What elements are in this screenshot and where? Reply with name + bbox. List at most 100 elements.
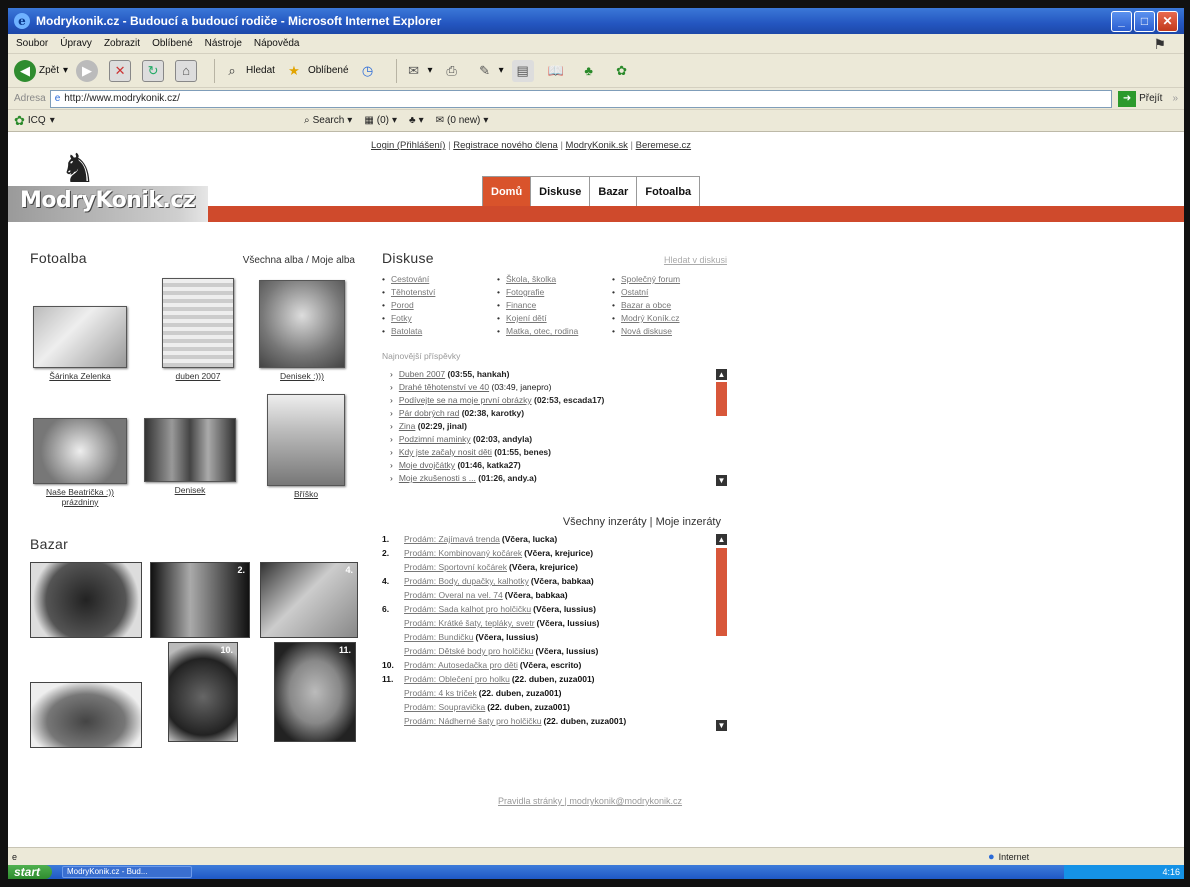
album-caption[interactable]: duben 2007 xyxy=(148,371,248,381)
bazar-item[interactable]: 2. xyxy=(150,562,250,638)
address-input[interactable]: e http://www.modrykonik.cz/ xyxy=(49,89,1113,108)
taskbar-window-button[interactable]: ModryKonik.cz - Bud... xyxy=(62,866,193,878)
album-thumbnail[interactable] xyxy=(33,306,127,368)
maximize-button[interactable]: □ xyxy=(1134,10,1155,32)
post-link[interactable]: Pár dobrých rad xyxy=(399,408,459,418)
category-link[interactable]: Cestování xyxy=(382,274,497,287)
start-button[interactable]: start xyxy=(8,865,53,879)
post-link[interactable]: Duben 2007 xyxy=(399,369,445,379)
footer-links[interactable]: Pravidla stránky | modrykonik@modrykonik… xyxy=(498,796,682,806)
album-caption[interactable]: Bříško xyxy=(256,489,356,499)
category-link[interactable]: Finance xyxy=(497,300,612,313)
ad-link[interactable]: Prodám: Autosedačka pro děti xyxy=(404,660,518,674)
ads-scroll-up-button[interactable]: ▲ xyxy=(716,534,727,545)
album-item[interactable]: Naše Beatrička :)) prázdniny xyxy=(30,418,130,507)
album-thumbnail[interactable] xyxy=(162,278,234,368)
tab-bazar[interactable]: Bazar xyxy=(590,177,638,206)
icq-search-button[interactable]: ⌕ Search ▾ xyxy=(304,115,352,126)
discussion-search-link[interactable]: Hledat v diskusi xyxy=(664,255,727,265)
album-thumbnail[interactable] xyxy=(259,280,345,368)
ad-link[interactable]: Prodám: Overal na vel. 74 xyxy=(404,590,503,604)
category-link[interactable]: Bazar a obce xyxy=(612,300,727,313)
album-item[interactable]: duben 2007 xyxy=(148,278,248,381)
refresh-button[interactable]: ↻ xyxy=(142,59,167,82)
post-link[interactable]: Zina xyxy=(399,421,416,431)
posts-scroll-down-button[interactable]: ▼ xyxy=(716,475,727,486)
bazar-item[interactable]: 10. xyxy=(168,642,238,742)
ads-scrollbar-thumb[interactable] xyxy=(716,548,727,636)
ad-link[interactable]: Prodám: Sportovní kočárek xyxy=(404,562,507,576)
post-link[interactable]: Moje zkušenosti s ... xyxy=(399,473,476,483)
ad-link[interactable]: Prodám: Dětské body pro holčičku xyxy=(404,646,533,660)
favorites-button[interactable]: ★ Oblíbené xyxy=(283,60,348,82)
posts-scroll-up-button[interactable]: ▲ xyxy=(716,369,727,380)
album-item[interactable]: Šárinka Zelenka xyxy=(30,306,130,381)
category-link[interactable]: Ostatní xyxy=(612,287,727,300)
bazar-item[interactable]: 4. xyxy=(260,562,358,638)
icq-alerts-button[interactable]: ♣ ▾ xyxy=(409,115,424,126)
album-item[interactable]: Denisek xyxy=(140,418,240,495)
ad-link[interactable]: Prodám: Body, dupačky, kalhotky xyxy=(404,576,529,590)
minimize-button[interactable]: _ xyxy=(1111,10,1132,32)
discuss-button[interactable]: ▤ xyxy=(511,59,537,82)
posts-scrollbar-thumb[interactable] xyxy=(716,382,727,416)
album-caption[interactable]: Denisek :))) xyxy=(252,371,352,381)
category-link[interactable]: Kojení dětí xyxy=(497,313,612,326)
close-button[interactable]: ✕ xyxy=(1157,10,1178,32)
icq-mail-button[interactable]: ✉ (0 new) ▾ xyxy=(436,115,489,126)
stop-button[interactable]: ✕ xyxy=(109,59,134,82)
login-link[interactable]: Login (Přihlášení) xyxy=(371,140,445,151)
album-thumbnail[interactable] xyxy=(33,418,127,484)
album-caption[interactable]: Naše Beatrička :)) prázdniny xyxy=(30,487,130,507)
ad-link[interactable]: Prodám: 4 ks triček xyxy=(404,688,477,702)
ad-link[interactable]: Prodám: Bundičku xyxy=(404,632,473,646)
post-link[interactable]: Kdy jste začaly nosit děti xyxy=(399,447,492,457)
bazar-item[interactable]: 11. xyxy=(274,642,356,742)
category-link[interactable]: Porod xyxy=(382,300,497,313)
category-link[interactable]: Modrý Koník.cz xyxy=(612,313,727,326)
bazar-item[interactable] xyxy=(30,682,142,748)
ads-scroll-down-button[interactable]: ▼ xyxy=(716,720,727,731)
menu-edit[interactable]: Úpravy xyxy=(60,38,92,49)
ads-links[interactable]: Všechny inzeráty | Moje inzeráty xyxy=(382,516,727,528)
albums-links[interactable]: Všechna alba / Moje alba xyxy=(243,255,355,266)
messenger-button[interactable]: ♣ xyxy=(578,60,603,82)
sk-link[interactable]: ModryKonik.sk xyxy=(566,140,628,151)
menu-view[interactable]: Zobrazit xyxy=(104,38,140,49)
menu-file[interactable]: Soubor xyxy=(16,38,48,49)
category-link[interactable]: Fotky xyxy=(382,313,497,326)
category-link[interactable]: Matka, otec, rodina xyxy=(497,326,612,339)
go-button[interactable]: ➜ Přejít xyxy=(1118,90,1162,107)
category-link[interactable]: Škola, školka xyxy=(497,274,612,287)
tab-discussion[interactable]: Diskuse xyxy=(531,177,591,206)
ad-link[interactable]: Prodám: Kombinovaný kočárek xyxy=(404,548,522,562)
album-caption[interactable]: Denisek xyxy=(140,485,240,495)
ad-link[interactable]: Prodám: Oblečení pro holku xyxy=(404,674,510,688)
menu-tools[interactable]: Nástroje xyxy=(205,38,242,49)
icq-contacts-button[interactable]: ▦ (0) ▾ xyxy=(364,115,397,126)
research-button[interactable]: 📖 xyxy=(545,60,570,82)
category-link[interactable]: Těhotenství xyxy=(382,287,497,300)
edit-button[interactable]: ✎ ▾ xyxy=(474,60,503,82)
post-link[interactable]: Moje dvojčátky xyxy=(399,460,455,470)
post-link[interactable]: Podívejte se na moje první obrázky xyxy=(399,395,532,405)
album-item[interactable]: Bříško xyxy=(256,394,356,499)
ad-link[interactable]: Prodám: Sada kalhot pro holčičku xyxy=(404,604,531,618)
category-link[interactable]: Společný forum xyxy=(612,274,727,287)
links-chevron-icon[interactable]: » xyxy=(1172,93,1178,104)
tab-photoalbums[interactable]: Fotoalba xyxy=(637,177,700,206)
sister-site-link[interactable]: Beremese.cz xyxy=(636,140,691,151)
album-thumbnail[interactable] xyxy=(144,418,236,482)
ad-link[interactable]: Prodám: Soupravička xyxy=(404,702,485,716)
menu-favorites[interactable]: Oblíbené xyxy=(152,38,193,49)
menu-help[interactable]: Nápověda xyxy=(254,38,300,49)
home-button[interactable]: ⌂ xyxy=(175,59,200,82)
ad-link[interactable]: Prodám: Nádherné šaty pro holčičku xyxy=(404,716,542,730)
site-logo[interactable]: ModryKonik.cz xyxy=(20,188,196,213)
mail-button[interactable]: ✉ ▾ xyxy=(403,60,432,82)
ad-link[interactable]: Prodám: Zajímavá trenda xyxy=(404,534,500,548)
register-link[interactable]: Registrace nového člena xyxy=(453,140,558,151)
bazar-item[interactable] xyxy=(30,562,142,638)
category-link[interactable]: Fotografie xyxy=(497,287,612,300)
print-button[interactable]: ⎙ xyxy=(441,60,466,82)
